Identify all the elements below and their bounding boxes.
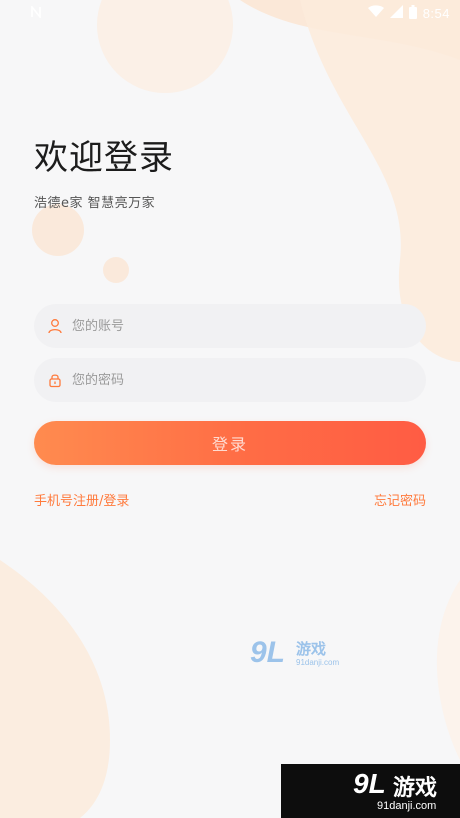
watermark-corner-name: 游戏 xyxy=(393,776,438,801)
watermark-corner-domain: 91danji.com xyxy=(377,800,437,812)
register-link[interactable]: 手机号注册/登录 xyxy=(34,490,129,509)
battery-icon xyxy=(408,4,417,22)
right-blob xyxy=(436,580,460,760)
lock-icon xyxy=(46,371,64,389)
signal-icon xyxy=(389,5,403,21)
user-icon xyxy=(46,317,64,335)
forgot-password-link[interactable]: 忘记密码 xyxy=(374,490,426,509)
watermark-domain: 91danji.com xyxy=(296,658,340,667)
page-title: 欢迎登录 xyxy=(34,138,174,178)
watermark-name: 游戏 xyxy=(296,640,327,658)
watermark-corner-logo: 9L xyxy=(353,768,386,799)
account-input[interactable] xyxy=(70,317,394,335)
status-time: 8:54 xyxy=(422,5,450,21)
password-field[interactable] xyxy=(34,358,426,402)
page-subtitle: 浩德e家 智慧亮万家 xyxy=(34,196,156,211)
tiny-circle xyxy=(103,257,129,283)
background-decoration xyxy=(0,0,460,818)
password-input[interactable] xyxy=(70,371,394,389)
wifi-icon xyxy=(367,5,384,21)
login-button[interactable]: 登录 xyxy=(34,421,426,465)
left-blob xyxy=(0,560,110,818)
notification-n-icon xyxy=(30,4,42,21)
watermark-corner: 9L 游戏 91danji.com xyxy=(281,764,460,818)
small-circle xyxy=(32,204,84,256)
status-bar: 8:54 xyxy=(0,0,460,26)
watermark-center: 9L 游戏 91danji.com xyxy=(250,636,360,676)
account-field[interactable] xyxy=(34,304,426,348)
watermark-logo: 9L xyxy=(250,636,286,669)
